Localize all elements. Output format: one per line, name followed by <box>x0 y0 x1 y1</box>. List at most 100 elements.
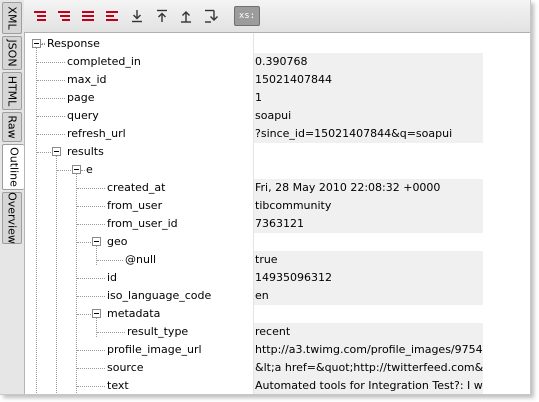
tree-node-result-type[interactable]: result_type recent <box>25 323 530 341</box>
tab-outline-label: Outline <box>7 147 20 187</box>
tree-node-refresh-url[interactable]: refresh_url ?since_id=15021407844&q=soap… <box>25 125 530 143</box>
tree-connector <box>81 170 85 171</box>
node-value: en <box>254 287 483 305</box>
node-value: recent <box>254 323 483 341</box>
node-name: geo <box>107 235 128 248</box>
node-value <box>254 35 483 53</box>
outline-toolbar: xs: <box>24 0 530 33</box>
node-value: tibcommunity <box>254 197 483 215</box>
node-value <box>254 233 483 251</box>
node-value: &lt;a href=&quot;http://twitterfeed.com&… <box>254 359 483 377</box>
node-name: completed_in <box>67 55 141 68</box>
expand-selected-icon[interactable] <box>79 7 97 25</box>
node-value: Fri, 28 May 2010 22:08:32 +0000 <box>254 179 483 197</box>
node-name: profile_image_url <box>107 343 202 356</box>
move-to-bottom-icon[interactable] <box>128 7 146 25</box>
tree-node-query[interactable]: query soapui <box>25 107 530 125</box>
move-up-icon[interactable] <box>177 7 195 25</box>
xml-schema-toggle-button[interactable]: xs: <box>234 6 260 26</box>
view-tabs: XML JSON HTML Raw Outline Overview <box>0 0 25 394</box>
collapse-toggle-icon[interactable] <box>92 309 101 318</box>
collapse-all-icon[interactable] <box>55 7 73 25</box>
node-value: 14935096312 <box>254 269 483 287</box>
node-name: query <box>67 109 99 122</box>
tree-connector <box>77 224 105 225</box>
expand-all-icon[interactable] <box>31 7 49 25</box>
tree-connector <box>97 260 123 261</box>
tree-connector <box>77 296 105 297</box>
tree-node-max-id[interactable]: max_id 15021407844 <box>25 71 530 89</box>
tab-html[interactable]: HTML <box>2 72 22 110</box>
node-name: id <box>107 271 118 284</box>
tree-connector <box>37 80 65 81</box>
tree-node-e[interactable]: e <box>25 161 530 179</box>
collapse-toggle-icon[interactable] <box>32 39 41 48</box>
tree-connector <box>77 386 105 387</box>
tree-node-geo[interactable]: geo <box>25 233 530 251</box>
tree-connector <box>37 152 51 153</box>
tab-html-label: HTML <box>5 75 19 107</box>
tree-node-completed-in[interactable]: completed_in 0.390768 <box>25 53 530 71</box>
move-down-icon[interactable] <box>201 7 219 25</box>
tree-node-source[interactable]: source &lt;a href=&quot;http://twitterfe… <box>25 359 530 377</box>
tree-node-metadata[interactable]: metadata <box>25 305 530 323</box>
outline-editor-window: XML JSON HTML Raw Outline Overview xs: R… <box>0 0 531 395</box>
tab-raw[interactable]: Raw <box>2 112 22 142</box>
node-name: result_type <box>127 325 189 338</box>
node-value: 7363121 <box>254 215 483 233</box>
tab-outline[interactable]: Outline <box>2 144 24 190</box>
tree-node-created-at[interactable]: created_at Fri, 28 May 2010 22:08:32 +00… <box>25 179 530 197</box>
node-value: true <box>254 251 483 269</box>
collapse-toggle-icon[interactable] <box>52 147 61 156</box>
collapse-selected-icon[interactable] <box>103 7 121 25</box>
outline-tree: Response completed_in 0.390768 max_id 15… <box>25 33 530 394</box>
tree-connector <box>77 278 105 279</box>
node-value: ?since_id=15021407844&q=soapui <box>254 125 483 143</box>
tab-overview[interactable]: Overview <box>2 192 22 244</box>
tree-node-id[interactable]: id 14935096312 <box>25 269 530 287</box>
tree-connector <box>77 350 105 351</box>
node-name: refresh_url <box>67 127 126 140</box>
node-value <box>254 161 483 179</box>
tree-connector <box>37 62 65 63</box>
node-name: page <box>67 91 95 104</box>
tree-node-iso-language-code[interactable]: iso_language_code en <box>25 287 530 305</box>
node-name: metadata <box>107 307 161 320</box>
node-value: soapui <box>254 107 483 125</box>
tree-connector <box>77 368 105 369</box>
tree-connector <box>77 188 105 189</box>
node-name: @null <box>125 253 157 266</box>
node-name: source <box>107 361 144 374</box>
collapse-toggle-icon[interactable] <box>92 237 101 246</box>
tab-json[interactable]: JSON <box>2 36 22 70</box>
node-name: e <box>86 163 93 176</box>
tree-connector <box>37 98 65 99</box>
tree-node-null-attribute[interactable]: @null true <box>25 251 530 269</box>
tab-raw-label: Raw <box>5 115 19 139</box>
tree-node-from-user[interactable]: from_user tibcommunity <box>25 197 530 215</box>
node-name: from_user <box>107 199 163 212</box>
node-name: Response <box>47 37 100 50</box>
tree-connector <box>77 242 91 243</box>
tree-node-results[interactable]: results <box>25 143 530 161</box>
tree-node-page[interactable]: page 1 <box>25 89 530 107</box>
node-name: from_user_id <box>107 217 178 230</box>
tree-node-from-user-id[interactable]: from_user_id 7363121 <box>25 215 530 233</box>
node-value: http://a3.twimg.com/profile_images/97541… <box>254 341 483 359</box>
tree-connector <box>37 134 65 135</box>
tree-node-text[interactable]: text Automated tools for Integration Tes… <box>25 377 530 394</box>
tree-node-response[interactable]: Response <box>25 35 530 53</box>
tree-node-profile-image-url[interactable]: profile_image_url http://a3.twimg.com/pr… <box>25 341 530 359</box>
node-value: Automated tools for Integration Test?: I… <box>254 377 483 394</box>
collapse-toggle-icon[interactable] <box>72 165 81 174</box>
node-name: created_at <box>107 181 166 194</box>
node-name: iso_language_code <box>107 289 212 302</box>
tree-connector <box>41 44 45 45</box>
tree-connector <box>37 116 65 117</box>
tree-connector <box>77 314 91 315</box>
node-value <box>254 305 483 323</box>
move-to-top-icon[interactable] <box>153 7 171 25</box>
tab-xml[interactable]: XML <box>2 2 22 34</box>
node-name: text <box>107 379 129 392</box>
tab-xml-label: XML <box>5 6 19 30</box>
